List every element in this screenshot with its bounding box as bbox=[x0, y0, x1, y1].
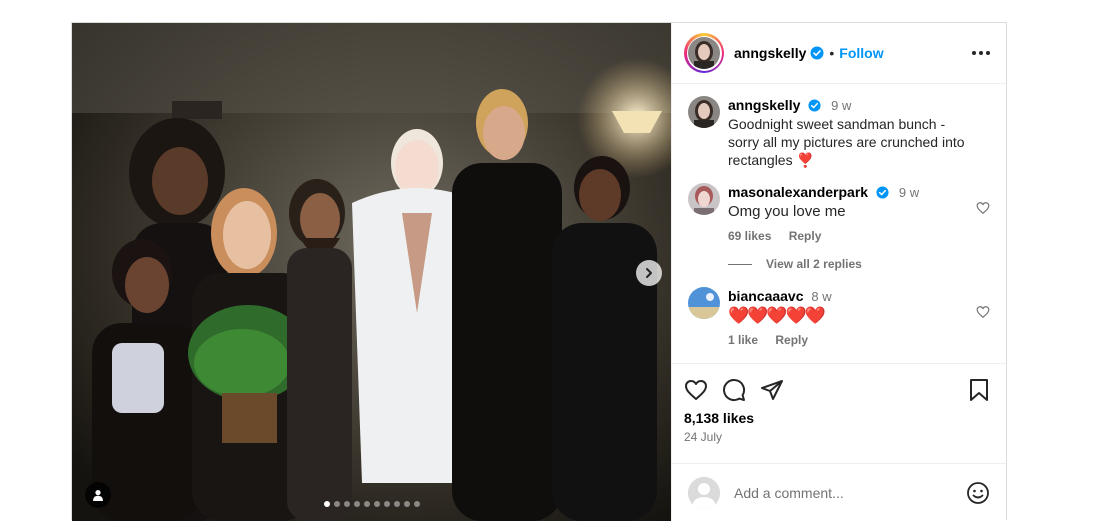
heart-icon bbox=[685, 380, 707, 400]
bookmark-icon bbox=[970, 379, 988, 401]
user-icon bbox=[93, 490, 103, 501]
like-comment-heart-icon[interactable] bbox=[976, 305, 990, 319]
commenter-avatar[interactable] bbox=[688, 183, 720, 215]
header-username[interactable]: anngskelly bbox=[734, 45, 806, 61]
like-button[interactable] bbox=[684, 378, 708, 402]
current-user-avatar bbox=[688, 476, 720, 509]
group-photo bbox=[72, 23, 671, 521]
default-user-icon bbox=[688, 476, 720, 509]
more-options-button[interactable] bbox=[968, 47, 994, 59]
caption-time: 9 w bbox=[831, 98, 852, 113]
verified-badge-icon bbox=[810, 46, 824, 60]
comment-item: masonalexanderpark 9 w Omg you love me 6… bbox=[688, 183, 990, 245]
save-button[interactable] bbox=[968, 378, 990, 402]
more-dot bbox=[979, 51, 983, 55]
post-likes-count[interactable]: 8,138 likes bbox=[684, 410, 994, 426]
carousel-dot bbox=[404, 501, 410, 507]
view-replies-button[interactable]: View all 2 replies bbox=[728, 257, 990, 271]
verified-badge-icon bbox=[808, 99, 821, 112]
next-slide-button[interactable] bbox=[636, 260, 662, 286]
comment-text: ❤️❤️❤️❤️❤️ bbox=[728, 306, 826, 325]
emoji-smiley-icon bbox=[967, 481, 989, 504]
comment-bubble-icon bbox=[723, 379, 746, 402]
carousel-dot bbox=[344, 501, 350, 507]
instagram-post: anngskelly • Follow anngskelly 9 w Goodn… bbox=[71, 22, 1007, 521]
comment-button[interactable] bbox=[722, 378, 746, 402]
carousel-dot bbox=[374, 501, 380, 507]
replies-divider-line bbox=[728, 263, 752, 265]
separator-dot: • bbox=[829, 45, 835, 61]
carousel-dot bbox=[414, 501, 420, 507]
add-comment-input[interactable] bbox=[732, 483, 966, 502]
verified-badge-icon bbox=[876, 186, 889, 199]
post-actions: 8,138 likes 24 July bbox=[672, 363, 1006, 463]
comment-likes[interactable]: 1 like bbox=[728, 333, 758, 347]
paper-plane-icon bbox=[761, 380, 783, 400]
avatar-story-ring[interactable] bbox=[684, 33, 724, 73]
post-date: 24 July bbox=[684, 430, 723, 444]
avatar bbox=[688, 37, 720, 69]
comment-item: biancaaavc 8 w ❤️❤️❤️❤️❤️ 1 like Reply bbox=[688, 287, 990, 349]
post-media[interactable] bbox=[72, 23, 671, 521]
commenter-avatar[interactable] bbox=[688, 287, 720, 319]
carousel-dot bbox=[384, 501, 390, 507]
carousel-dot bbox=[334, 501, 340, 507]
more-dot bbox=[986, 51, 990, 55]
post-sidebar: anngskelly • Follow anngskelly 9 w Goodn… bbox=[671, 23, 1006, 521]
reply-button[interactable]: Reply bbox=[789, 229, 822, 243]
carousel-dot bbox=[394, 501, 400, 507]
comments-section[interactable]: anngskelly 9 w Goodnight sweet sandman b… bbox=[672, 84, 1006, 363]
follow-button[interactable]: Follow bbox=[839, 45, 883, 61]
caption-text: Goodnight sweet sandman bunch - sorry al… bbox=[728, 116, 965, 168]
carousel-indicator bbox=[324, 501, 420, 507]
comment-likes[interactable]: 69 likes bbox=[728, 229, 771, 243]
reply-button[interactable]: Reply bbox=[775, 333, 808, 347]
carousel-dot bbox=[364, 501, 370, 507]
emoji-button[interactable] bbox=[966, 481, 990, 505]
comment-text: Omg you love me bbox=[728, 203, 846, 220]
carousel-dot bbox=[354, 501, 360, 507]
comment-time: 8 w bbox=[811, 289, 832, 304]
share-button[interactable] bbox=[760, 378, 784, 402]
view-replies-label: View all 2 replies bbox=[766, 257, 862, 271]
carousel-dot bbox=[324, 501, 330, 507]
post-header: anngskelly • Follow bbox=[672, 23, 1006, 84]
caption: anngskelly 9 w Goodnight sweet sandman b… bbox=[688, 96, 990, 169]
like-comment-heart-icon[interactable] bbox=[976, 201, 990, 215]
caption-avatar[interactable] bbox=[688, 96, 720, 128]
chevron-right-icon bbox=[646, 268, 652, 278]
tagged-users-button[interactable] bbox=[85, 482, 111, 508]
comment-username[interactable]: masonalexanderpark bbox=[728, 184, 868, 200]
more-dot bbox=[972, 51, 976, 55]
comment-time: 9 w bbox=[898, 185, 920, 200]
add-comment-bar bbox=[672, 463, 1006, 521]
caption-username[interactable]: anngskelly bbox=[728, 97, 800, 113]
comment-username[interactable]: biancaaavc bbox=[728, 288, 804, 304]
